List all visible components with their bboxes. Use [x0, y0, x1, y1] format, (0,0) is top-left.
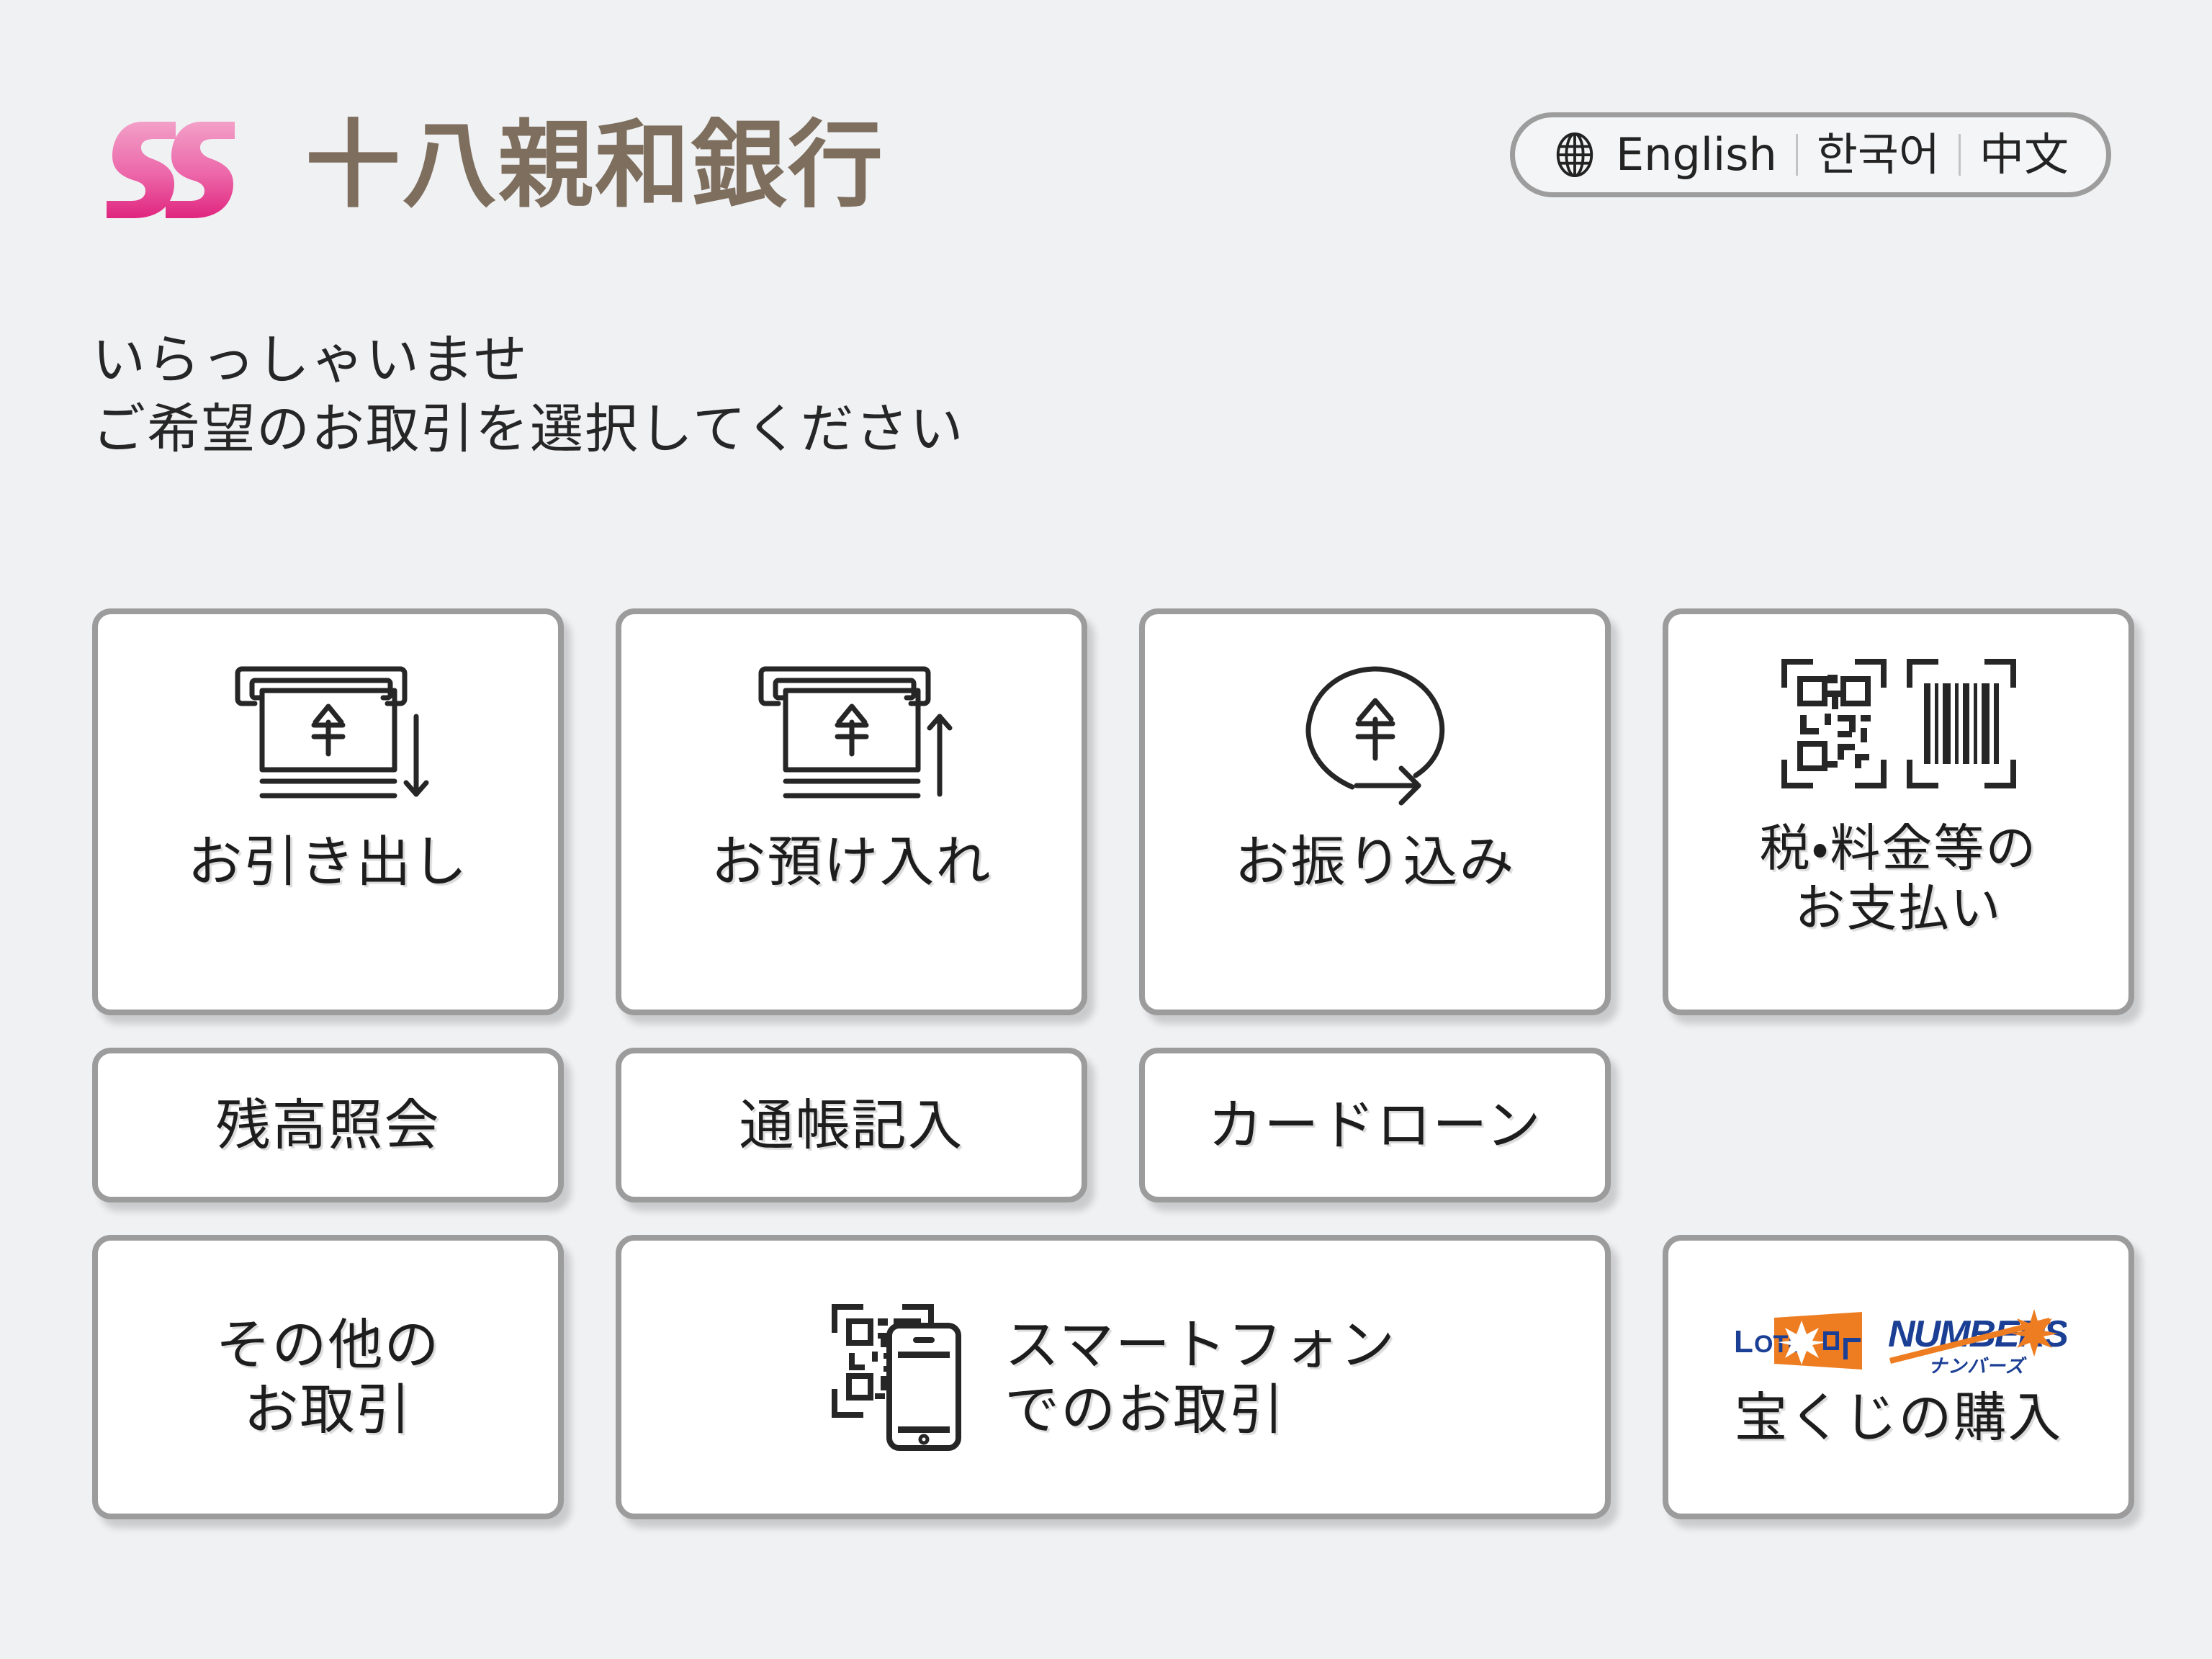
lang-divider	[1795, 134, 1798, 176]
bank-name: 十八親和銀行	[305, 110, 884, 221]
button-label: 税・料金等の お支払い	[1759, 819, 2038, 938]
menu-row-primary: お引き出し お預け入れ お振り込み 税・料金等の お支払い	[92, 608, 2134, 1015]
menu-row-secondary: 残高照会 通帳記入 カードローン	[92, 1048, 2126, 1202]
button-passbook-entry[interactable]: 通帳記入	[616, 1048, 1087, 1202]
lottery-logos: L OTO NUMBERS ナンバーズ	[1731, 1305, 2067, 1377]
greeting-line-2: ご希望のお取引を選択してください	[92, 398, 965, 461]
button-label: 通帳記入	[739, 1092, 964, 1157]
atm-cash-withdraw-icon	[235, 666, 428, 799]
numbers-logo-icon: NUMBERS ナンバーズ	[1888, 1308, 2067, 1377]
button-withdrawal[interactable]: お引き出し	[92, 608, 564, 1015]
button-label: スマートフォン でのお取引	[1004, 1312, 1396, 1442]
button-label: お引き出し	[187, 830, 469, 894]
greeting-message: いらっしゃいませ ご希望のお取引を選択してください	[92, 325, 965, 464]
qr-smartphone-icon	[832, 1304, 962, 1451]
button-other-transactions[interactable]: その他の お取引	[92, 1235, 564, 1519]
bank-brand: 十八親和銀行	[101, 101, 884, 230]
loto-logo-icon: L OTO	[1734, 1311, 1862, 1370]
svg-text:L: L	[1734, 1324, 1753, 1359]
greeting-line-1: いらっしゃいませ	[92, 329, 529, 391]
yen-transfer-arrow-icon	[1305, 666, 1444, 806]
button-label: 宝くじの購入	[1734, 1386, 2063, 1449]
lang-option-chinese[interactable]: 中文	[1979, 132, 2069, 177]
language-switcher[interactable]: English 한국어 中文	[1509, 112, 2111, 197]
button-balance-inquiry[interactable]: 残高照会	[92, 1048, 564, 1202]
button-label: その他の お取引	[215, 1312, 441, 1442]
atm-cash-deposit-icon	[758, 666, 952, 799]
qr-barcode-scan-icon	[1781, 659, 2016, 788]
button-label: お振り込み	[1234, 830, 1516, 894]
lang-option-english[interactable]: English	[1616, 132, 1777, 177]
button-label: カードローン	[1208, 1092, 1542, 1157]
button-card-loan[interactable]: カードローン	[1139, 1048, 1611, 1202]
button-label: 残高照会	[215, 1092, 441, 1157]
button-lottery-purchase[interactable]: L OTO NUMBERS ナンバーズ 宝くじの購入	[1663, 1235, 2134, 1519]
button-label: お預け入れ	[711, 830, 992, 894]
globe-icon	[1556, 132, 1593, 177]
transaction-menu-grid: お引き出し お預け入れ お振り込み 税・料金等の お支払い 残高照会 通帳記入 …	[92, 608, 2134, 1519]
lang-divider	[1958, 134, 1961, 176]
button-transfer[interactable]: お振り込み	[1139, 608, 1611, 1015]
svg-text:ナンバーズ: ナンバーズ	[1928, 1355, 2027, 1377]
lang-option-korean[interactable]: 한국어	[1817, 132, 1940, 177]
button-smartphone-transaction[interactable]: スマートフォン でのお取引	[616, 1235, 1611, 1519]
menu-row-tertiary: その他の お取引 スマートフォン でのお取引 L OTO NUMBERS ナンバ…	[92, 1235, 2134, 1519]
button-tax-fee-payment[interactable]: 税・料金等の お支払い	[1663, 608, 2134, 1015]
ss-pink-mark-icon	[107, 122, 235, 218]
button-deposit[interactable]: お預け入れ	[616, 608, 1087, 1015]
page-header: 十八親和銀行 English 한국어 中文	[0, 101, 2212, 230]
